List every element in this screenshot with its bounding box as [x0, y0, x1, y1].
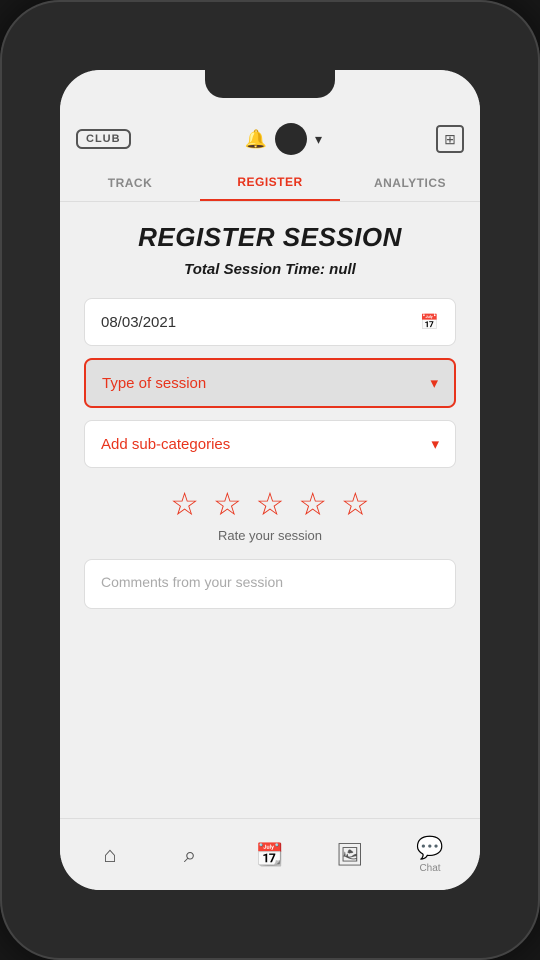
date-field[interactable]: 08/03/2021 📅: [84, 298, 456, 346]
chevron-down-icon[interactable]: ▾: [315, 131, 322, 148]
chevron-down-icon: ▾: [430, 374, 438, 392]
star-2[interactable]: ☆: [213, 488, 242, 520]
club-badge[interactable]: CLUB: [76, 129, 131, 149]
tab-register[interactable]: REGISTER: [200, 164, 340, 201]
search-icon: ⌕: [184, 842, 196, 868]
expand-icon[interactable]: ⊞: [436, 125, 464, 153]
type-of-session-dropdown[interactable]: Type of session ▾: [84, 358, 456, 408]
gallery-icon: 🖼: [336, 842, 364, 868]
avatar[interactable]: [275, 123, 307, 155]
phone-screen: CLUB 🔔 ▾ ⊞ TRACK REGISTER ANALYTICS REGI…: [60, 70, 480, 890]
sub-categories-label: Add sub-categories: [101, 436, 230, 453]
nav-home[interactable]: ⌂: [85, 842, 135, 868]
nav-gallery[interactable]: 🖼: [325, 842, 375, 868]
top-nav: CLUB 🔔 ▾ ⊞: [60, 114, 480, 164]
home-icon: ⌂: [103, 842, 116, 868]
session-time: Total Session Time: null: [84, 261, 456, 278]
star-rating[interactable]: ☆ ☆ ☆ ☆ ☆: [84, 488, 456, 520]
notch: [205, 70, 335, 98]
date-value: 08/03/2021: [101, 314, 176, 331]
comments-placeholder: Comments from your session: [101, 574, 283, 590]
chevron-down-icon-sub: ▾: [431, 435, 439, 453]
nav-calendar[interactable]: 📆: [245, 842, 295, 868]
calendar-nav-icon: 📆: [256, 842, 283, 868]
star-1[interactable]: ☆: [170, 488, 199, 520]
phone-frame: CLUB 🔔 ▾ ⊞ TRACK REGISTER ANALYTICS REGI…: [0, 0, 540, 960]
bottom-nav: ⌂ ⌕ 📆 🖼 💬 Chat: [60, 818, 480, 890]
nav-center: 🔔 ▾: [245, 123, 322, 155]
nav-search[interactable]: ⌕: [165, 842, 215, 868]
tab-bar: TRACK REGISTER ANALYTICS: [60, 164, 480, 202]
rate-label: Rate your session: [84, 528, 456, 543]
sub-categories-dropdown[interactable]: Add sub-categories ▾: [84, 420, 456, 468]
bell-icon[interactable]: 🔔: [245, 129, 267, 150]
star-5[interactable]: ☆: [341, 488, 370, 520]
star-3[interactable]: ☆: [256, 488, 285, 520]
tab-analytics[interactable]: ANALYTICS: [340, 164, 480, 201]
nav-chat[interactable]: 💬 Chat: [405, 835, 455, 874]
calendar-icon: 📅: [420, 313, 439, 331]
page-title: REGISTER SESSION: [84, 222, 456, 253]
comments-field[interactable]: Comments from your session: [84, 559, 456, 609]
chat-icon: 💬: [416, 835, 443, 861]
chat-label: Chat: [419, 863, 440, 874]
star-4[interactable]: ☆: [298, 488, 327, 520]
tab-track[interactable]: TRACK: [60, 164, 200, 201]
type-of-session-label: Type of session: [102, 375, 206, 392]
main-content: REGISTER SESSION Total Session Time: nul…: [60, 202, 480, 818]
